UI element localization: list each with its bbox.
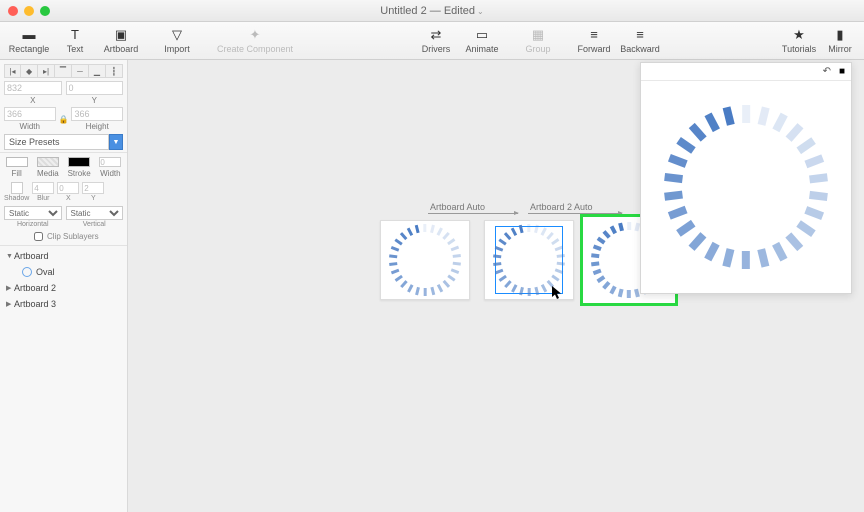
undo-icon[interactable]: ↶ bbox=[823, 66, 831, 77]
clip-sublayers-label: Clip Sublayers bbox=[47, 232, 99, 241]
drivers-icon: ⇄ bbox=[431, 28, 442, 42]
align-left-icon[interactable]: |◂ bbox=[4, 64, 21, 78]
forward-icon: ≡ bbox=[590, 28, 598, 42]
fill-swatch[interactable] bbox=[6, 157, 28, 167]
align-controls[interactable]: |◂ ◆ ▸| ▔ ─ ▁ ┇ bbox=[4, 64, 123, 78]
artboard-icon: ▣ bbox=[115, 28, 127, 42]
backward-icon: ≡ bbox=[636, 28, 644, 42]
stroke-swatch[interactable] bbox=[68, 157, 90, 167]
rectangle-tool-button[interactable]: ▬Rectangle bbox=[6, 22, 52, 59]
style-inspector: Fill Media Stroke Width Shadow Blur X Y … bbox=[0, 153, 127, 246]
import-icon: ▽ bbox=[172, 28, 182, 42]
preview-window[interactable]: ↶ ■ bbox=[640, 62, 852, 294]
geometry-inspector: |◂ ◆ ▸| ▔ ─ ▁ ┇ X Y Width 🔒 Height Size … bbox=[0, 60, 127, 153]
group-button[interactable]: ▦Group bbox=[515, 22, 561, 59]
blur-input[interactable] bbox=[32, 182, 54, 194]
layer-item-artboard-3[interactable]: ▶Artboard 3 bbox=[0, 296, 127, 312]
shadow-swatch[interactable] bbox=[11, 182, 23, 194]
layer-item-artboard-2[interactable]: ▶Artboard 2 bbox=[0, 280, 127, 296]
artboard-tool-button[interactable]: ▣Artboard bbox=[98, 22, 144, 59]
forward-button[interactable]: ≡Forward bbox=[571, 22, 617, 59]
tutorials-icon: ★ bbox=[793, 28, 805, 42]
disclosure-triangle-icon[interactable]: ▼ bbox=[6, 253, 14, 260]
align-top-icon[interactable]: ▔ bbox=[55, 64, 72, 78]
transition-label-1: Artboard Auto bbox=[430, 202, 485, 212]
chevron-down-icon[interactable]: ⌄ bbox=[477, 7, 484, 16]
window-titlebar: Untitled 2 — Edited⌄ bbox=[0, 0, 864, 22]
horizontal-constraint-select[interactable]: Static bbox=[4, 206, 62, 220]
animate-icon: ▭ bbox=[476, 28, 488, 42]
text-icon: T bbox=[71, 28, 79, 42]
y-input[interactable] bbox=[66, 81, 124, 95]
record-icon[interactable]: ■ bbox=[839, 66, 845, 77]
stroke-width-input[interactable] bbox=[99, 157, 121, 167]
mirror-button[interactable]: ▮Mirror bbox=[822, 22, 858, 59]
transition-label-2: Artboard 2 Auto bbox=[530, 202, 593, 212]
distribute-icon[interactable]: ┇ bbox=[106, 64, 123, 78]
x-input[interactable] bbox=[4, 81, 62, 95]
preview-toolbar: ↶ ■ bbox=[641, 63, 851, 81]
disclosure-triangle-icon[interactable]: ▶ bbox=[6, 300, 14, 308]
size-presets-label: Size Presets bbox=[4, 134, 109, 150]
left-panel: |◂ ◆ ▸| ▔ ─ ▁ ┇ X Y Width 🔒 Height Size … bbox=[0, 60, 128, 512]
transition-arrow-icon bbox=[428, 213, 518, 214]
text-tool-button[interactable]: TText bbox=[52, 22, 98, 59]
backward-button[interactable]: ≡Backward bbox=[617, 22, 663, 59]
oval-icon bbox=[22, 267, 32, 277]
align-bottom-icon[interactable]: ▁ bbox=[89, 64, 106, 78]
size-presets-dropdown[interactable]: ▼ bbox=[109, 134, 123, 150]
height-input[interactable] bbox=[71, 107, 123, 121]
tutorials-button[interactable]: ★Tutorials bbox=[776, 22, 822, 59]
import-button[interactable]: ▽Import bbox=[154, 22, 200, 59]
main-toolbar: ▬Rectangle TText ▣Artboard ▽Import ✦Crea… bbox=[0, 22, 864, 60]
layers-panel: ▼Artboard Oval ▶Artboard 2 ▶Artboard 3 bbox=[0, 246, 127, 512]
artboard-thumbnail-2[interactable] bbox=[484, 220, 574, 300]
lock-aspect-icon[interactable]: 🔒 bbox=[58, 115, 70, 124]
layer-item-oval[interactable]: Oval bbox=[0, 264, 127, 280]
artboard-thumbnail-1[interactable] bbox=[380, 220, 470, 300]
create-component-button[interactable]: ✦Create Component bbox=[210, 22, 300, 59]
group-icon: ▦ bbox=[532, 28, 544, 42]
clip-sublayers-checkbox[interactable] bbox=[34, 232, 43, 241]
media-swatch[interactable] bbox=[37, 157, 59, 167]
drivers-button[interactable]: ⇄Drivers bbox=[413, 22, 459, 59]
align-right-icon[interactable]: ▸| bbox=[38, 64, 55, 78]
width-input[interactable] bbox=[4, 107, 56, 121]
canvas[interactable]: Artboard Auto Artboard 2 Auto ↶ ■ bbox=[128, 60, 864, 512]
mirror-icon: ▮ bbox=[836, 28, 843, 42]
rectangle-icon: ▬ bbox=[23, 28, 36, 42]
window-title: Untitled 2 — Edited⌄ bbox=[0, 5, 864, 17]
animate-button[interactable]: ▭Animate bbox=[459, 22, 505, 59]
shadow-x-input[interactable] bbox=[57, 182, 79, 194]
layer-item-artboard[interactable]: ▼Artboard bbox=[0, 248, 127, 264]
shadow-y-input[interactable] bbox=[82, 182, 104, 194]
vertical-constraint-select[interactable]: Static bbox=[66, 206, 124, 220]
align-hcenter-icon[interactable]: ◆ bbox=[21, 64, 38, 78]
align-vcenter-icon[interactable]: ─ bbox=[72, 64, 89, 78]
disclosure-triangle-icon[interactable]: ▶ bbox=[6, 284, 14, 292]
component-icon: ✦ bbox=[250, 28, 261, 42]
